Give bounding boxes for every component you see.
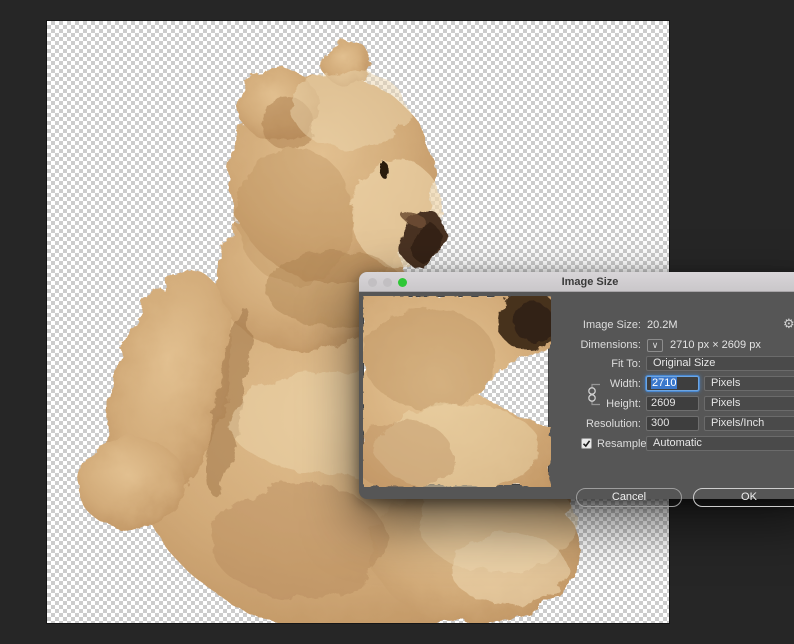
dimensions-label: Dimensions: <box>580 339 641 351</box>
resample-checkbox[interactable] <box>581 438 592 449</box>
width-unit-select[interactable]: Pixels <box>704 376 794 391</box>
width-selected-text: 2710 <box>651 377 678 389</box>
dialog-titlebar[interactable]: Image Size <box>359 272 794 292</box>
image-size-label: Image Size: <box>582 319 641 331</box>
image-size-value: 20.2M <box>647 319 678 331</box>
photoshop-workspace: Image Size Image Size: 20.2M ⚙ Dimension… <box>0 0 794 644</box>
fit-to-label: Fit To: <box>611 358 641 370</box>
dialog-title: Image Size <box>561 276 619 288</box>
ok-button[interactable]: OK <box>693 488 794 507</box>
dimensions-value: 2710 px × 2609 px <box>670 339 761 351</box>
height-label: Height: <box>606 398 641 410</box>
width-label: Width: <box>609 378 641 390</box>
fit-to-select[interactable]: Original Size <box>646 356 794 371</box>
width-input[interactable]: 2710 <box>646 376 699 391</box>
gear-icon[interactable]: ⚙ <box>783 317 794 332</box>
resolution-unit-select[interactable]: Pixels/Inch <box>704 416 794 431</box>
dimensions-chevron-icon[interactable]: ∨ <box>647 339 663 352</box>
dialog-body: Image Size: 20.2M ⚙ Dimensions: ∨ 2710 p… <box>359 292 794 507</box>
resolution-label: Resolution: <box>585 418 641 430</box>
image-size-dialog: Image Size Image Size: 20.2M ⚙ Dimension… <box>359 272 794 507</box>
height-input[interactable]: 2609 <box>646 396 699 411</box>
resample-label: Resample: <box>597 438 650 450</box>
height-unit-select[interactable]: Pixels <box>704 396 794 411</box>
checkmark-icon <box>582 440 591 448</box>
resample-select[interactable]: Automatic <box>646 436 794 451</box>
cancel-button[interactable]: Cancel <box>576 488 682 507</box>
resolution-input[interactable]: 300 <box>646 416 699 431</box>
